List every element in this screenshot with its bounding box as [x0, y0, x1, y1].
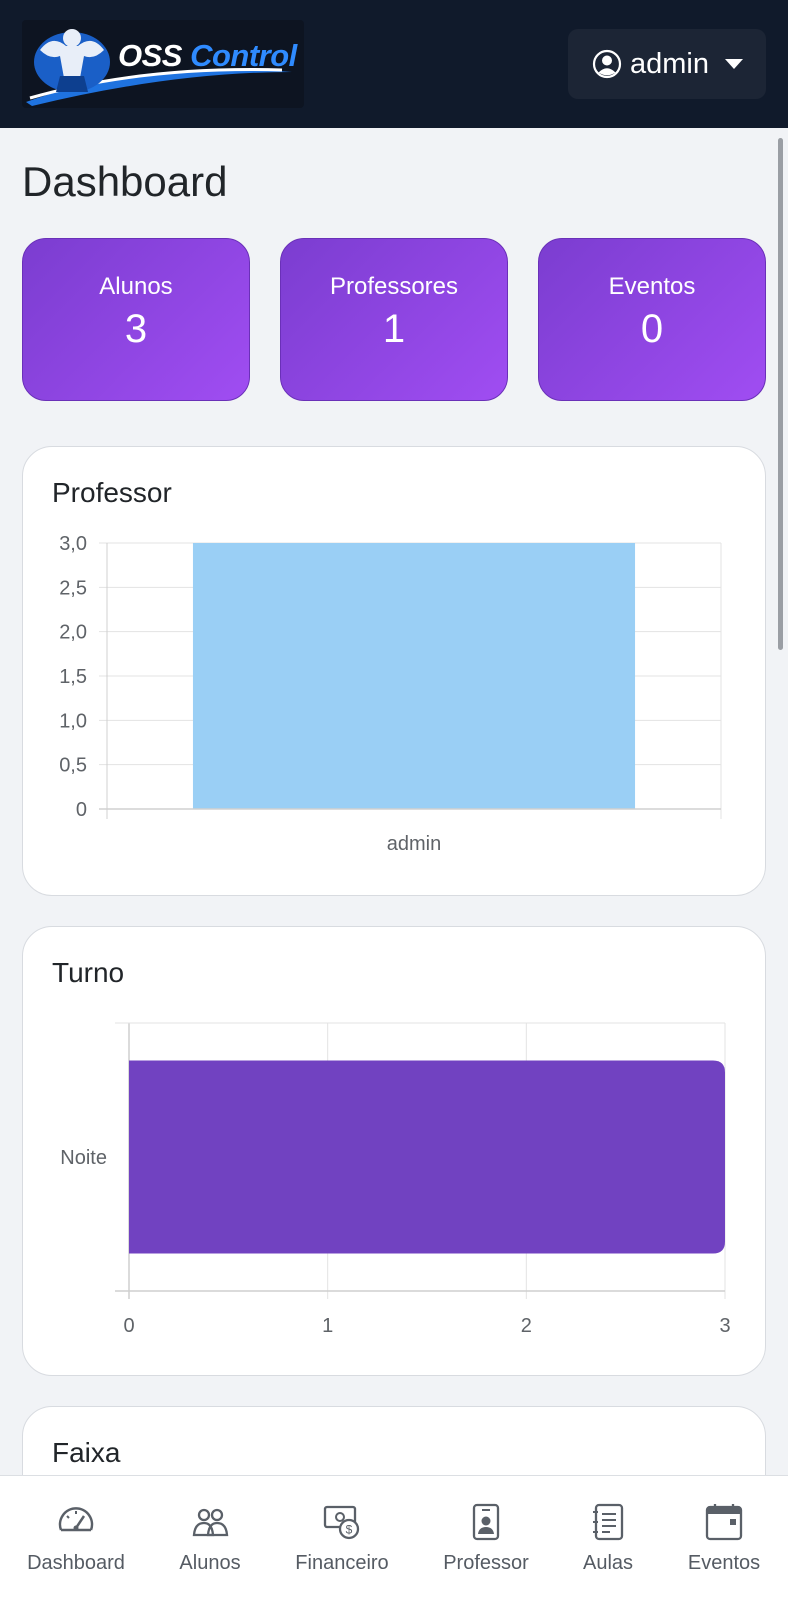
- stat-card-eventos[interactable]: Eventos 0: [538, 238, 766, 401]
- page-title: Dashboard: [22, 158, 228, 205]
- card-title: Faixa: [52, 1437, 121, 1468]
- nav-item-alunos[interactable]: Alunos: [160, 1476, 260, 1600]
- stat-label: Eventos: [608, 273, 696, 300]
- x-tick-label: 3: [719, 1315, 730, 1337]
- y-tick-label: 1,0: [59, 710, 87, 732]
- y-tick-label: 0,5: [59, 755, 87, 777]
- y-tick-label: 1,5: [59, 666, 87, 688]
- y-tick-label: 3,0: [59, 533, 87, 555]
- nav-label: Aulas: [582, 1552, 634, 1574]
- stat-value: 1: [382, 307, 406, 351]
- top-navbar: OSS Control admin: [0, 0, 788, 128]
- bar-admin: [192, 543, 636, 809]
- professor-bar-chart: 3,0 2,5 2,0 1,5 1,0 0,5 0 admin: [59, 533, 722, 855]
- journal-text-icon: [593, 1503, 624, 1541]
- bar-Noite: [129, 1060, 725, 1254]
- y-tick-label: 2,5: [59, 577, 87, 599]
- professor-chart-card: Professor 3,0 2,5 2,0 1,5 1,0 0,5 0 admin: [22, 446, 766, 896]
- brand-logo[interactable]: OSS Control: [22, 20, 304, 108]
- stat-label: Professores: [329, 273, 459, 300]
- chevron-down-icon: [725, 59, 743, 69]
- user-menu-button[interactable]: admin: [568, 29, 766, 99]
- bottom-navigation: Dashboard Alunos $ Financeiro Professor: [0, 1475, 788, 1600]
- people-icon: [192, 1508, 229, 1537]
- stat-card-alunos[interactable]: Alunos 3: [22, 238, 250, 401]
- nav-label: Financeiro: [295, 1552, 389, 1574]
- cash-icon: $: [323, 1505, 360, 1540]
- turno-bar-chart: 0 1 2 3 Noite: [60, 1022, 731, 1337]
- x-tick-label: admin: [387, 833, 441, 855]
- nav-label: Professor: [443, 1552, 529, 1574]
- nav-item-financeiro[interactable]: $ Financeiro: [286, 1476, 398, 1600]
- x-tick-label: 1: [322, 1315, 333, 1337]
- y-tick-label: 2,0: [59, 622, 87, 644]
- nav-item-eventos[interactable]: Eventos: [676, 1476, 772, 1600]
- nav-item-aulas[interactable]: Aulas: [564, 1476, 652, 1600]
- nav-label: Alunos: [179, 1552, 241, 1574]
- user-circle-icon: [592, 49, 622, 79]
- y-tick-label: 0: [76, 799, 87, 821]
- nav-item-professor[interactable]: Professor: [430, 1476, 542, 1600]
- turno-chart-card: Turno 0 1 2 3 Noite: [22, 926, 766, 1376]
- person-badge-icon: [472, 1503, 500, 1541]
- user-menu-label: admin: [630, 47, 709, 80]
- stat-value: 0: [640, 307, 664, 351]
- calendar-icon: [705, 1504, 743, 1541]
- svg-text:$: $: [346, 1523, 353, 1537]
- nav-item-dashboard[interactable]: Dashboard: [16, 1476, 136, 1600]
- y-tick-label: Noite: [60, 1147, 107, 1169]
- speedometer-icon: [58, 1507, 94, 1532]
- stat-value: 3: [124, 307, 148, 351]
- nav-label: Dashboard: [27, 1552, 125, 1574]
- x-tick-label: 0: [123, 1315, 134, 1337]
- brand-name: OSS Control: [118, 38, 297, 73]
- nav-label: Eventos: [687, 1552, 761, 1574]
- stat-card-professores[interactable]: Professores 1: [280, 238, 508, 401]
- stat-label: Alunos: [99, 273, 173, 300]
- scrollbar[interactable]: [778, 138, 783, 650]
- x-tick-label: 2: [521, 1315, 532, 1337]
